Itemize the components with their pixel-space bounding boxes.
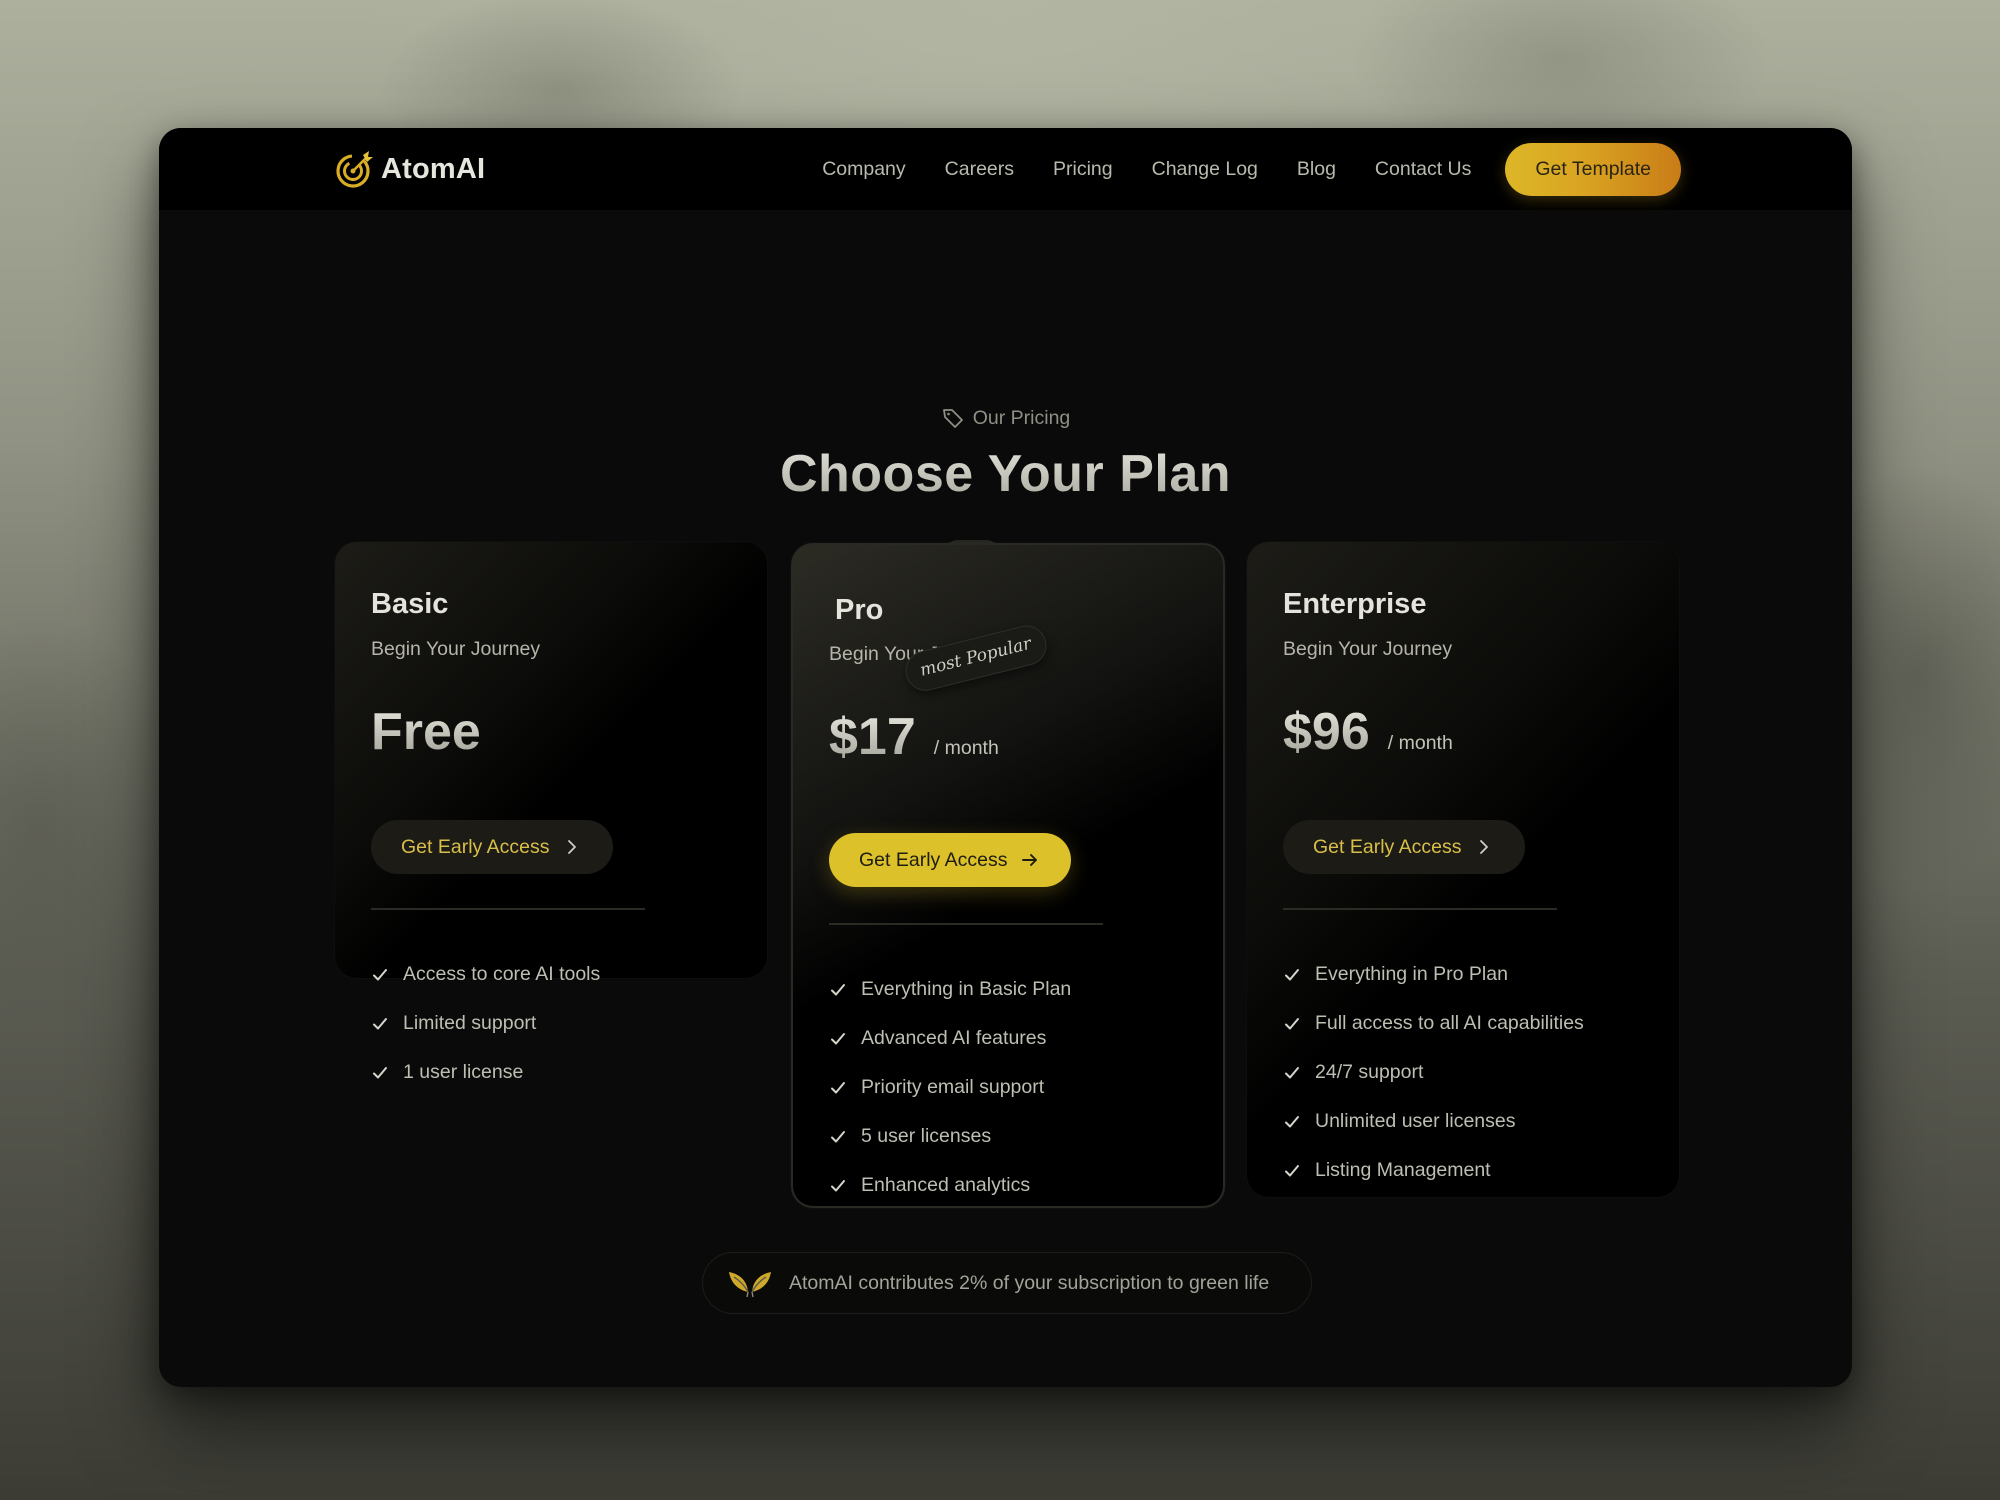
- plan-card-basic: Basic Begin Your Journey Free Get Early …: [335, 542, 767, 1083]
- feature-item: Unlimited user licenses: [1283, 1097, 1584, 1146]
- plan-period: / month: [933, 737, 999, 759]
- feature-label: 5 user licenses: [861, 1125, 992, 1147]
- check-icon: [373, 1017, 387, 1029]
- feature-label: Advanced AI features: [861, 1027, 1047, 1049]
- target-arrow-icon: [336, 151, 373, 188]
- get-early-access-button-basic[interactable]: Get Early Access: [371, 820, 614, 874]
- top-nav: AtomAI Company Careers Pricing Change Lo…: [159, 128, 1852, 210]
- plan-period: / month: [1387, 732, 1453, 754]
- arrow-right-icon: [1022, 854, 1038, 866]
- nav-links: Company Careers Pricing Change Log Blog …: [822, 158, 1471, 181]
- feature-label: 1 user license: [403, 1061, 524, 1083]
- page-title: Choose Your Plan: [159, 444, 1852, 504]
- feature-item: Limited support: [371, 999, 600, 1048]
- plan-name: Pro: [835, 594, 884, 626]
- chevron-right-icon: [1480, 840, 1489, 854]
- feature-item: 24/7 support: [1283, 1048, 1584, 1097]
- feature-item: 5 user licenses: [829, 1112, 1071, 1161]
- feature-item: Full access to all AI capabilities: [1283, 999, 1584, 1048]
- button-label: Get Early Access: [1313, 835, 1462, 858]
- feature-label: Limited support: [403, 1012, 537, 1034]
- feature-list: Everything in Basic Plan Advanced AI fea…: [829, 965, 1071, 1210]
- feature-list: Everything in Pro Plan Full access to al…: [1283, 950, 1584, 1195]
- feature-item: Everything in Basic Plan: [829, 965, 1071, 1014]
- divider: [829, 923, 1103, 925]
- feature-item: Everything in Pro Plan: [1283, 950, 1584, 999]
- eyebrow: Our Pricing: [159, 406, 1852, 430]
- check-icon: [831, 1081, 845, 1093]
- green-note-text: AtomAI contributes 2% of your subscripti…: [789, 1271, 1270, 1294]
- nav-link-pricing[interactable]: Pricing: [1053, 158, 1113, 181]
- plan-price: Free: [371, 703, 481, 761]
- feature-list: Access to core AI tools Limited support …: [371, 950, 600, 1097]
- chevron-right-icon: [568, 840, 577, 854]
- get-early-access-button-pro[interactable]: Get Early Access: [829, 833, 1072, 887]
- nav-link-change-log[interactable]: Change Log: [1152, 158, 1258, 181]
- feature-label: Everything in Basic Plan: [861, 978, 1072, 1000]
- divider: [1283, 908, 1557, 910]
- feature-label: Listing Management: [1315, 1159, 1491, 1181]
- plan-name: Basic: [371, 588, 449, 620]
- feature-label: Everything in Pro Plan: [1315, 963, 1508, 985]
- nav-link-company[interactable]: Company: [822, 158, 905, 181]
- check-icon: [373, 1066, 387, 1078]
- check-icon: [1285, 1017, 1299, 1029]
- plan-subtitle: Begin Your Journey: [371, 638, 541, 660]
- tag-icon: [942, 409, 963, 428]
- check-icon: [1285, 1115, 1299, 1127]
- plan-subtitle: Begin Your Journey: [1283, 638, 1453, 660]
- feature-label: Priority email support: [861, 1076, 1045, 1098]
- nav-link-careers[interactable]: Careers: [945, 158, 1014, 181]
- check-icon: [831, 1179, 845, 1191]
- check-icon: [1285, 968, 1299, 980]
- check-icon: [831, 983, 845, 995]
- plan-price: $17: [829, 708, 916, 766]
- button-label: Get Early Access: [401, 835, 550, 858]
- button-label: Get Early Access: [859, 848, 1008, 871]
- check-icon: [831, 1130, 845, 1142]
- check-icon: [373, 968, 387, 980]
- price-row: Free: [371, 702, 481, 762]
- leaf-icon: [729, 1272, 771, 1298]
- get-template-button[interactable]: Get Template: [1505, 142, 1681, 196]
- feature-item: Access to core AI tools: [371, 950, 600, 999]
- divider: [371, 908, 645, 910]
- green-life-note: AtomAI contributes 2% of your subscripti…: [702, 1252, 1312, 1314]
- feature-label: Unlimited user licenses: [1315, 1110, 1516, 1132]
- brand-name: AtomAI: [381, 152, 486, 185]
- browser-window: AtomAI Company Careers Pricing Change Lo…: [159, 128, 1852, 1387]
- price-row: $17 / month: [829, 707, 999, 767]
- plan-card-enterprise: Enterprise Begin Your Journey $96 / mont…: [1247, 542, 1679, 1197]
- logo[interactable]: AtomAI: [335, 149, 485, 189]
- feature-label: Full access to all AI capabilities: [1315, 1012, 1584, 1034]
- get-early-access-button-enterprise[interactable]: Get Early Access: [1283, 820, 1526, 874]
- nav-link-contact-us[interactable]: Contact Us: [1375, 158, 1471, 181]
- check-icon: [1285, 1066, 1299, 1078]
- feature-label: Access to core AI tools: [403, 963, 601, 985]
- feature-item: Priority email support: [829, 1063, 1071, 1112]
- plan-name: Enterprise: [1283, 588, 1427, 620]
- price-row: $96 / month: [1283, 702, 1453, 762]
- feature-item: Advanced AI features: [829, 1014, 1071, 1063]
- check-icon: [831, 1032, 845, 1044]
- feature-item: Enhanced analytics: [829, 1161, 1071, 1210]
- nav-link-blog[interactable]: Blog: [1297, 158, 1336, 181]
- feature-label: Enhanced analytics: [861, 1174, 1031, 1196]
- check-icon: [1285, 1164, 1299, 1176]
- feature-item: Listing Management: [1283, 1146, 1584, 1195]
- feature-label: 24/7 support: [1315, 1061, 1424, 1083]
- feature-item: 1 user license: [371, 1048, 600, 1097]
- eyebrow-label: Our Pricing: [972, 406, 1071, 429]
- plan-price: $96: [1283, 703, 1370, 761]
